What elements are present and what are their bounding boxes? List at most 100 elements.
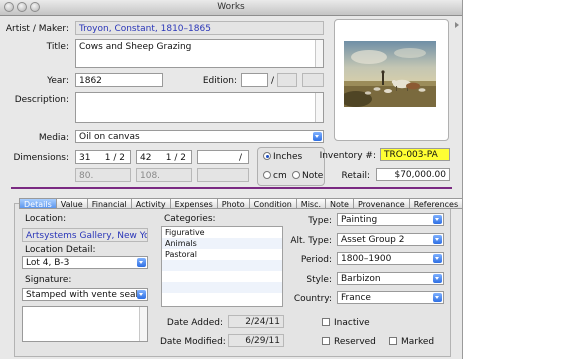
country-value: France [341,293,371,303]
depth-inches-field[interactable]: / [197,150,249,164]
style-label: Style: [306,275,332,285]
title-field[interactable]: Cows and Sheep Grazing [75,39,324,68]
list-item[interactable]: Animals [162,238,282,249]
depth-fraction: / [238,153,242,163]
tab-activity[interactable]: Activity [131,198,171,209]
tab-expenses[interactable]: Expenses [170,198,218,209]
description-label: Description: [14,95,69,105]
signature-notes-scrollbar[interactable] [139,307,147,341]
sidebar-expand-arrow-icon[interactable] [455,22,459,28]
list-item-empty [162,271,282,282]
location-detail-dropdown[interactable]: Lot 4, B-3 [22,256,148,269]
inventory-label: Inventory #: [319,151,376,161]
period-arrow-icon[interactable] [433,254,442,263]
tab-misc[interactable]: Misc. [296,198,327,209]
location-detail-label: Location Detail: [25,245,96,255]
tab-references[interactable]: References [409,198,464,209]
period-value: 1800–1900 [341,254,392,264]
list-item[interactable]: Pastoral [162,249,282,260]
edition-of-field[interactable] [277,73,297,87]
marked-label: Marked [401,337,435,347]
media-dropdown-arrow-icon[interactable] [313,132,322,141]
location-label: Location: [25,214,67,224]
height-inches-field[interactable]: 31 1 / 2 [75,150,131,164]
tab-note[interactable]: Note [326,198,354,209]
type-label: Type: [308,216,332,226]
alt-type-label: Alt. Type: [290,236,332,246]
marked-checkbox[interactable] [389,337,397,345]
cm-radio[interactable] [263,171,271,179]
year-field[interactable]: 1862 [75,73,163,87]
artist-label: Artist / Maker: [5,24,69,34]
artist-field[interactable]: Troyon, Constant, 1810–1865 [75,21,324,35]
description-scrollbar[interactable] [315,93,323,122]
inactive-label: Inactive [334,318,370,328]
dimensions-label: Dimensions: [13,153,69,163]
tab-condition[interactable]: Condition [249,198,297,209]
type-arrow-icon[interactable] [433,215,442,224]
inactive-checkbox[interactable] [322,318,330,326]
signature-dropdown[interactable]: Stamped with vente seal [22,288,148,301]
categories-list[interactable]: Figurative Animals Pastoral [161,226,283,307]
width-cm-field[interactable]: 108. [136,168,192,182]
edition-extra-field[interactable] [302,73,324,87]
edition-number-field[interactable] [241,73,268,87]
tab-provenance[interactable]: Provenance [353,198,410,209]
width-fraction: 1 / 2 [165,153,186,163]
title-bar: Works [0,0,462,16]
note-radio[interactable] [292,171,300,179]
retail-field[interactable]: $70,000.00 [376,168,450,181]
detail-tabs: Details Value Financial Activity Expense… [19,198,464,209]
tab-financial[interactable]: Financial [87,198,132,209]
style-value: Barbizon [341,274,381,284]
date-modified-label: Date Modified: [160,337,226,347]
section-divider [11,187,452,189]
style-dropdown[interactable]: Barbizon [337,272,444,285]
height-whole: 31 [79,153,91,163]
title-label: Title: [46,42,69,52]
date-added-label: Date Added: [166,318,223,328]
height-fraction: 1 / 2 [104,153,125,163]
width-whole: 42 [140,153,152,163]
list-item[interactable]: Figurative [162,227,282,238]
reserved-checkbox[interactable] [322,337,330,345]
period-dropdown[interactable]: 1800–1900 [337,252,444,265]
country-arrow-icon[interactable] [433,293,442,302]
height-cm-field[interactable]: 80. [75,168,131,182]
signature-label: Signature: [25,275,72,285]
media-value: Oil on canvas [79,132,140,142]
tab-photo[interactable]: Photo [217,198,250,209]
list-item-empty [162,282,282,293]
country-dropdown[interactable]: France [337,291,444,304]
tab-details[interactable]: Details [19,198,57,209]
title-scrollbar[interactable] [315,40,323,67]
reserved-label: Reserved [334,337,376,347]
artwork-photo-frame[interactable] [334,19,449,141]
list-item-empty [162,260,282,271]
width-inches-field[interactable]: 42 1 / 2 [136,150,192,164]
type-dropdown[interactable]: Painting [337,213,444,226]
location-field[interactable]: Artsystems Gallery, New York [22,228,148,242]
inventory-field[interactable]: TRO-003-PA [380,148,450,161]
depth-cm-field[interactable] [197,168,249,182]
tab-value[interactable]: Value [56,198,88,209]
type-value: Painting [341,215,378,225]
retail-label: Retail: [341,171,370,181]
alt-type-dropdown[interactable]: Asset Group 2 [337,233,444,246]
alt-type-arrow-icon[interactable] [433,235,442,244]
media-dropdown[interactable]: Oil on canvas [75,130,324,143]
year-label: Year: [47,76,69,86]
inches-radio[interactable] [263,152,271,160]
signature-notes-field[interactable] [22,306,148,342]
location-detail-arrow-icon[interactable] [137,258,146,267]
style-arrow-icon[interactable] [433,274,442,283]
description-field[interactable] [75,92,324,123]
alt-type-value: Asset Group 2 [341,235,405,245]
artwork-thumbnail [344,41,436,107]
works-window: Works Artist / Maker: Troyon, Constant, … [0,0,464,359]
media-label: Media: [38,133,69,143]
signature-arrow-icon[interactable] [137,290,146,299]
location-detail-value: Lot 4, B-3 [26,258,70,268]
signature-value: Stamped with vente seal [26,290,139,300]
period-label: Period: [300,255,332,265]
